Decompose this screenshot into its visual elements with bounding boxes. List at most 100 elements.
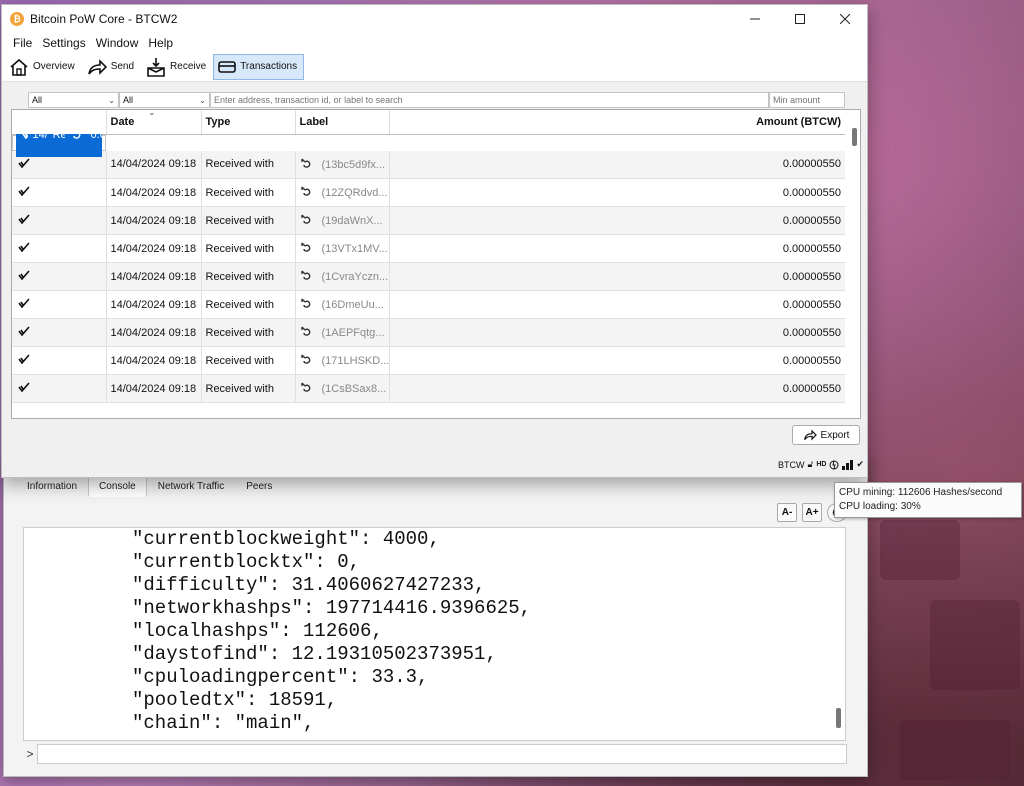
label-cell: (13VTx1MV... <box>295 234 390 263</box>
confirmed-check-icon <box>18 326 30 337</box>
network-icon[interactable] <box>842 459 854 470</box>
min-amount-input[interactable] <box>769 92 845 108</box>
overview-button[interactable]: Overview <box>4 54 82 80</box>
sort-caret-icon: ⌄ <box>148 109 156 117</box>
label-text: (13VTx1MV... <box>321 243 388 255</box>
mining-icon[interactable] <box>829 460 839 470</box>
receive-arrow-icon <box>300 326 310 336</box>
table-row[interactable]: 14/04/2024 09:18 Received with (12ZQRdvd..… <box>12 178 845 207</box>
console-output[interactable]: "currentblockweight": 4000, "currentbloc… <box>23 527 846 741</box>
label-cell: (13bc5d9fx... <box>295 150 390 179</box>
receive-arrow-icon <box>300 186 310 196</box>
type-cell: Received with <box>201 374 296 403</box>
overview-label: Overview <box>33 61 75 72</box>
minimize-button[interactable] <box>732 5 777 33</box>
font-increase-button[interactable]: A+ <box>802 503 822 522</box>
table-row[interactable]: 14/04/2024 09:18 Received with (1AEPFqtg..… <box>12 318 845 347</box>
receive-button[interactable]: Receive <box>141 54 213 80</box>
amount-header[interactable]: Amount (BTCW) <box>389 110 845 135</box>
console-line: "daystofind": 12.19310502373951, <box>132 643 497 665</box>
type-cell: Received with <box>201 346 296 375</box>
amount-header-label: Amount (BTCW) <box>756 115 841 128</box>
debug-console-window: Information Console Network Traffic Peer… <box>3 456 868 777</box>
maximize-icon <box>794 14 805 24</box>
table-row[interactable]: 14/04/2024 09:18 Received with (13VTx1MV..… <box>12 234 845 263</box>
bitcoin-icon: ₿ <box>10 12 24 26</box>
type-cell: Received with <box>201 318 296 347</box>
receive-arrow-icon <box>300 158 310 168</box>
tooltip-line: CPU loading: 30% <box>839 501 921 512</box>
console-scrollbar[interactable] <box>836 708 841 728</box>
label-cell: (19daWnX... <box>295 206 390 235</box>
console-line: "difficulty": 31.4060627427233, <box>132 574 486 596</box>
confirmed-check-icon <box>18 382 30 393</box>
synced-check-icon: ✔︎ <box>856 459 864 469</box>
tab-information[interactable]: Information <box>16 477 88 497</box>
maximize-button[interactable] <box>777 5 822 33</box>
menu-help[interactable]: Help <box>143 36 178 50</box>
send-arrow-icon <box>87 58 107 75</box>
search-input[interactable] <box>210 92 769 108</box>
date-header[interactable]: ⌄ Date <box>106 109 202 135</box>
tab-network-traffic[interactable]: Network Traffic <box>147 477 236 497</box>
label-text: (1AEPFqtg... <box>321 327 385 339</box>
font-decrease-button[interactable]: A- <box>777 503 797 522</box>
label-cell: (171LHSKD... <box>295 346 390 375</box>
card-icon <box>218 60 236 73</box>
amount-cell: 0.00000550 <box>389 178 845 207</box>
date-cell: 14/04/2024 09:18 <box>106 374 202 403</box>
confirmed-check-icon <box>18 214 30 225</box>
status-bar: BTCW 🔓︎ HD ✔︎ <box>778 459 864 470</box>
status-cell <box>12 374 107 403</box>
transactions-button[interactable]: Transactions <box>213 53 305 80</box>
window-title: Bitcoin PoW Core - BTCW2 <box>30 12 178 26</box>
label-text: (1CvraYczn... <box>321 271 389 283</box>
tab-console[interactable]: Console <box>88 477 147 497</box>
table-row[interactable]: 14/04/2024 09:18 Received with (1CvraYczn.… <box>12 262 845 291</box>
console-command-input[interactable] <box>37 744 847 764</box>
date-header-label: Date <box>110 115 135 128</box>
tab-peers[interactable]: Peers <box>235 477 283 497</box>
type-filter-select[interactable]: All ⌄ <box>119 92 210 108</box>
send-button[interactable]: Send <box>82 54 141 80</box>
receive-arrow-icon <box>300 298 310 308</box>
transactions-label: Transactions <box>240 61 298 72</box>
menu-bar: File Settings Window Help <box>2 33 867 52</box>
status-header[interactable] <box>12 110 107 135</box>
label-header[interactable]: Label <box>295 110 390 135</box>
date-filter-select[interactable]: All ⌄ <box>28 92 119 108</box>
confirmed-check-icon <box>18 158 30 169</box>
close-button[interactable] <box>822 5 867 33</box>
menu-window[interactable]: Window <box>91 36 144 50</box>
console-line: "pooledtx": 18591, <box>132 689 338 711</box>
hd-icon: HD <box>816 461 827 468</box>
main-window: ₿ Bitcoin PoW Core - BTCW2 File Settings… <box>1 4 868 478</box>
amount-cell: 0.00000550 <box>389 234 845 263</box>
confirmed-check-icon <box>18 354 30 365</box>
export-button[interactable]: Export <box>792 425 860 445</box>
type-header[interactable]: Type <box>201 110 296 135</box>
date-cell: 14/04/2024 09:18 <box>106 178 202 207</box>
amount-cell: 0.00000550 <box>389 374 845 403</box>
table-row[interactable]: 14/04/2024 09:18 Received with (171LHSKD..… <box>12 346 845 375</box>
main-toolbar: Overview Send Receive Transactions <box>2 52 867 82</box>
lock-icon: 🔓︎ <box>807 459 814 469</box>
table-row[interactable]: 14/04/2024 09:18Received with(16Se5bjhx.… <box>12 128 106 157</box>
date-cell: 14/04/2024 09:18 <box>106 346 202 375</box>
table-scrollbar[interactable] <box>852 128 857 146</box>
table-row[interactable]: 14/04/2024 09:18 Received with (1CsBSax8..… <box>12 374 845 403</box>
label-cell: (1AEPFqtg... <box>295 318 390 347</box>
console-line: "networkhashps": 197714416.9396625, <box>132 597 532 619</box>
menu-file[interactable]: File <box>8 36 37 50</box>
status-cell <box>12 318 107 347</box>
label-cell: (12ZQRdvd... <box>295 178 390 207</box>
unit-label[interactable]: BTCW <box>778 460 805 470</box>
label-text: (171LHSKD... <box>321 355 389 367</box>
table-row[interactable]: 14/04/2024 09:18 Received with (16DmeUu...… <box>12 290 845 319</box>
table-row[interactable]: 14/04/2024 09:18 Received with (19daWnX...… <box>12 206 845 235</box>
menu-settings[interactable]: Settings <box>37 36 90 50</box>
receive-arrow-icon <box>300 214 310 224</box>
receive-arrow-icon <box>300 382 310 392</box>
table-row[interactable]: 14/04/2024 09:18 Received with (13bc5d9fx.… <box>12 150 845 179</box>
send-label: Send <box>110 61 135 72</box>
